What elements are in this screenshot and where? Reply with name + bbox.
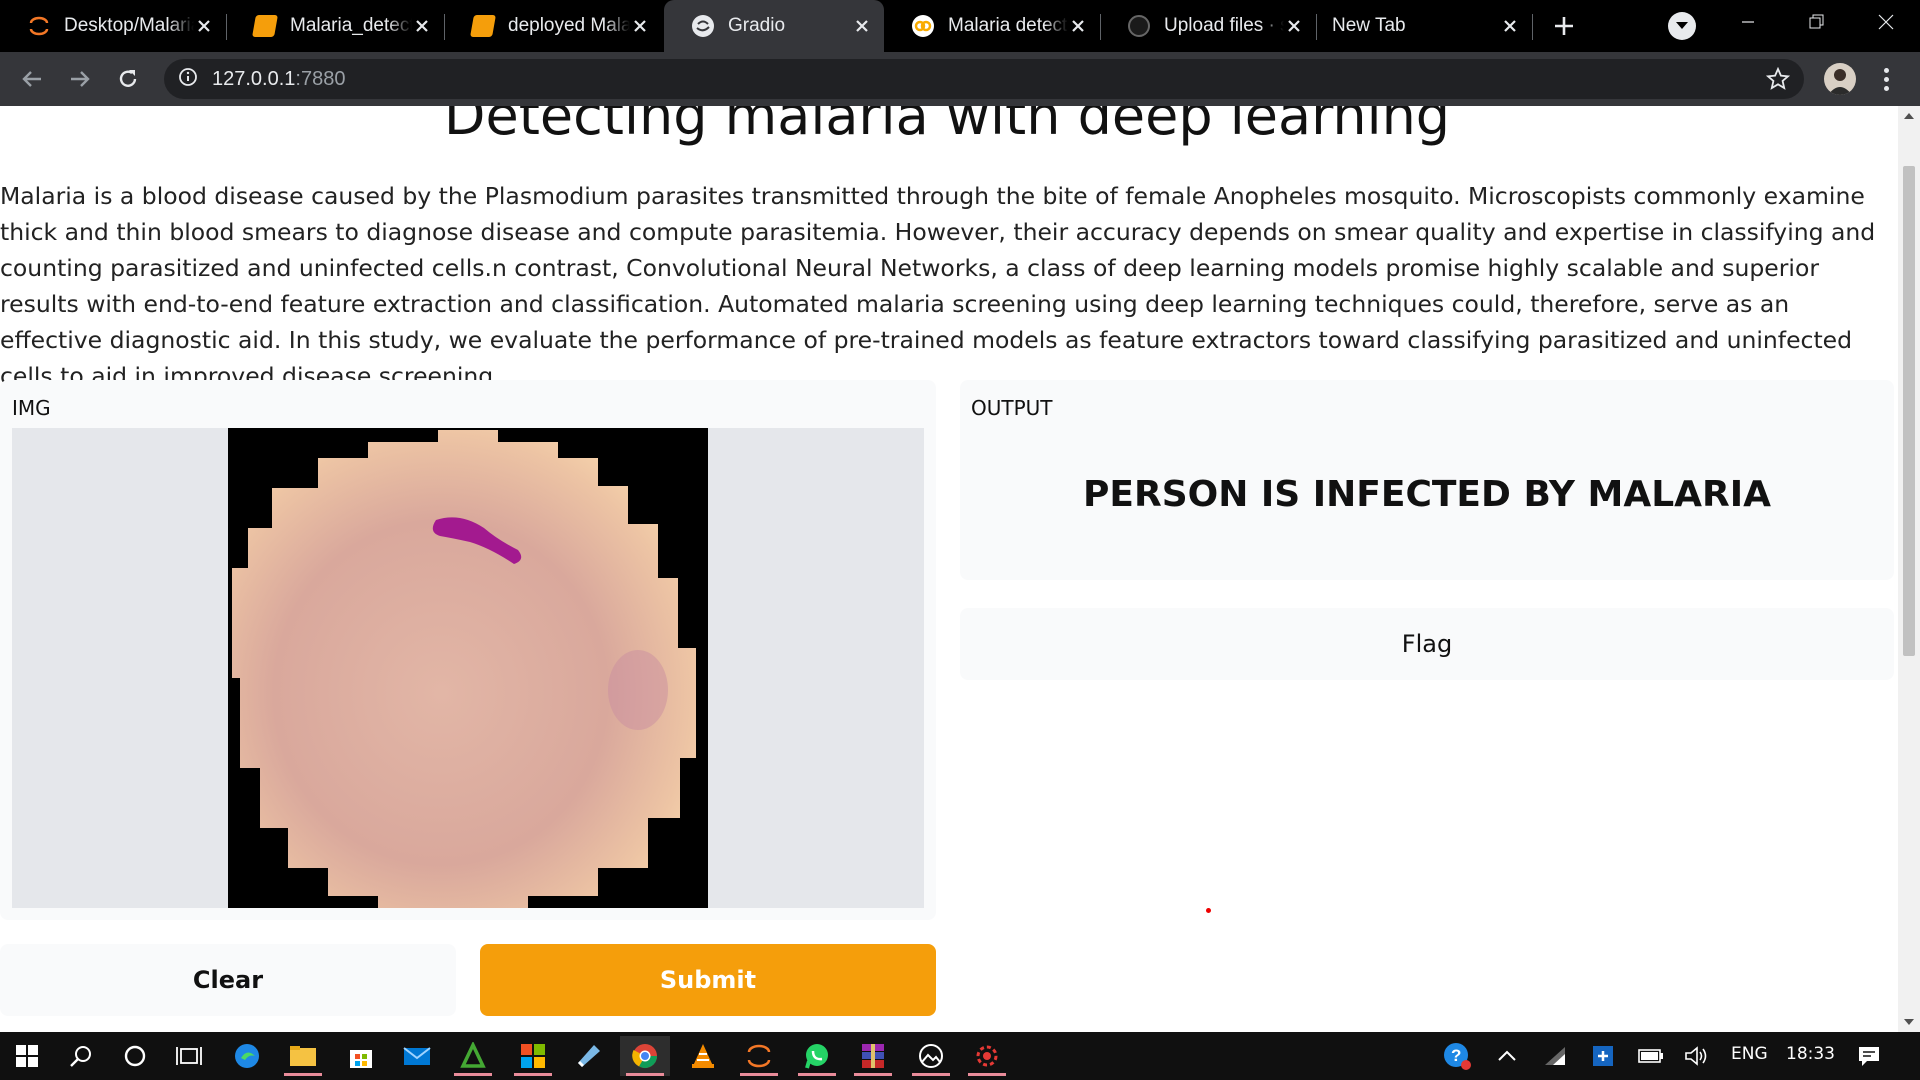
notifications-icon[interactable] bbox=[1844, 1036, 1894, 1076]
tray-chevron-up-icon[interactable] bbox=[1482, 1036, 1532, 1076]
close-window-icon[interactable] bbox=[1866, 6, 1906, 38]
notebook-icon bbox=[252, 15, 278, 37]
forward-arrow-icon[interactable] bbox=[64, 63, 96, 95]
vlc-icon[interactable] bbox=[678, 1036, 728, 1076]
close-tab-icon[interactable] bbox=[1500, 16, 1520, 36]
page-description: Malaria is a blood disease caused by the… bbox=[0, 182, 1876, 390]
help-icon[interactable]: ? bbox=[1432, 1036, 1482, 1076]
flag-button[interactable]: Flag bbox=[960, 608, 1894, 680]
chrome-icon[interactable] bbox=[620, 1036, 670, 1076]
cursor-dot bbox=[1206, 908, 1211, 913]
notebook-icon bbox=[470, 15, 496, 37]
scroll-up-arrow-icon[interactable] bbox=[1903, 110, 1915, 122]
tab-title: New Tab bbox=[1332, 15, 1406, 36]
store-icon[interactable] bbox=[336, 1036, 386, 1076]
prediction-result: PERSON IS INFECTED BY MALARIA bbox=[1083, 474, 1771, 515]
task-view-icon[interactable] bbox=[164, 1036, 214, 1076]
url-port: :7880 bbox=[295, 67, 346, 90]
submit-button[interactable]: Submit bbox=[480, 944, 936, 1016]
url-text: 127.0.0.1:7880 bbox=[212, 68, 345, 91]
browser-toolbar: 127.0.0.1:7880 bbox=[0, 52, 1920, 106]
language-indicator[interactable]: ENG bbox=[1731, 1044, 1768, 1064]
windows-taskbar: ? ENG 18:33 bbox=[0, 1032, 1920, 1080]
page-viewport: Detecting malaria with deep learning Mal… bbox=[0, 106, 1898, 1032]
close-tab-icon[interactable] bbox=[412, 16, 432, 36]
tab-colab-malaria[interactable]: Malaria detection bbox=[884, 0, 1100, 52]
github-icon bbox=[1128, 15, 1150, 37]
tab-new-tab[interactable]: New Tab bbox=[1316, 0, 1532, 52]
search-icon[interactable] bbox=[56, 1036, 106, 1076]
tab-title: Desktop/Malaria_detection bbox=[64, 15, 194, 36]
input-label: IMG bbox=[12, 396, 51, 420]
winrar-icon[interactable] bbox=[848, 1036, 898, 1076]
tab-malaria-detection-notebook[interactable]: Malaria_detection bbox=[226, 0, 444, 52]
browser-menu-icon[interactable] bbox=[1874, 63, 1898, 95]
photos-icon[interactable] bbox=[906, 1036, 956, 1076]
output-label: OUTPUT bbox=[971, 396, 1053, 420]
tab-divider bbox=[1532, 14, 1533, 40]
profile-avatar[interactable] bbox=[1824, 63, 1856, 95]
cortana-icon[interactable] bbox=[110, 1036, 160, 1076]
edge-icon[interactable] bbox=[222, 1036, 272, 1076]
tab-title: Malaria_detection bbox=[290, 15, 412, 36]
site-info-icon[interactable] bbox=[178, 67, 198, 92]
close-tab-icon[interactable] bbox=[1284, 16, 1304, 36]
scrollbar-thumb[interactable] bbox=[1903, 166, 1915, 656]
back-arrow-icon[interactable] bbox=[16, 63, 48, 95]
page-scrollbar[interactable] bbox=[1898, 106, 1920, 1032]
reload-icon[interactable] bbox=[112, 63, 144, 95]
svg-text:?: ? bbox=[1451, 1046, 1461, 1065]
colab-icon bbox=[912, 15, 934, 37]
office-icon[interactable] bbox=[508, 1036, 558, 1076]
battery-icon[interactable] bbox=[1626, 1036, 1676, 1076]
jupyter-icon[interactable] bbox=[734, 1036, 784, 1076]
tab-title: Upload files · spinner bbox=[1164, 15, 1284, 36]
tab-title: Gradio bbox=[728, 15, 786, 36]
page-title: Detecting malaria with deep learning bbox=[443, 106, 1451, 147]
close-tab-icon[interactable] bbox=[630, 16, 650, 36]
tab-title: deployed Malaria bbox=[508, 15, 630, 36]
anaconda-icon[interactable] bbox=[448, 1036, 498, 1076]
browser-tab-strip: Desktop/Malaria_detection Malaria_detect… bbox=[0, 0, 1920, 52]
minimize-icon[interactable] bbox=[1728, 6, 1768, 38]
file-explorer-icon[interactable] bbox=[278, 1036, 328, 1076]
tab-github-upload[interactable]: Upload files · spinner bbox=[1100, 0, 1316, 52]
tab-title: Malaria detection bbox=[948, 15, 1068, 36]
volume-icon[interactable] bbox=[1672, 1036, 1722, 1076]
tab-gradio[interactable]: Gradio bbox=[664, 0, 884, 52]
whatsapp-icon[interactable] bbox=[792, 1036, 842, 1076]
clock[interactable]: 18:33 bbox=[1786, 1044, 1835, 1064]
gradio-icon bbox=[692, 15, 714, 37]
new-tab-plus-icon[interactable] bbox=[1548, 10, 1580, 42]
jupyter-icon bbox=[28, 15, 50, 37]
wifi-icon[interactable] bbox=[1530, 1036, 1580, 1076]
defender-icon[interactable] bbox=[1578, 1036, 1628, 1076]
windows-start-icon[interactable] bbox=[2, 1036, 52, 1076]
settings-app-icon[interactable] bbox=[962, 1036, 1012, 1076]
mail-icon[interactable] bbox=[392, 1036, 442, 1076]
address-bar[interactable]: 127.0.0.1:7880 bbox=[164, 59, 1804, 99]
blood-cell-image bbox=[228, 428, 708, 908]
url-host: 127.0.0.1 bbox=[212, 67, 296, 90]
restore-icon[interactable] bbox=[1796, 6, 1836, 38]
bookmark-star-icon[interactable] bbox=[1765, 66, 1791, 91]
tab-search-chevron-icon[interactable] bbox=[1668, 12, 1696, 40]
clear-button[interactable]: Clear bbox=[0, 944, 456, 1016]
close-tab-icon[interactable] bbox=[1068, 16, 1088, 36]
notepad-icon[interactable] bbox=[564, 1036, 614, 1076]
tab-desktop-malaria[interactable]: Desktop/Malaria_detection bbox=[0, 0, 226, 52]
close-tab-icon[interactable] bbox=[852, 16, 872, 36]
tab-deployed-malaria[interactable]: deployed Malaria bbox=[444, 0, 662, 52]
close-tab-icon[interactable] bbox=[194, 16, 214, 36]
scroll-down-arrow-icon[interactable] bbox=[1903, 1016, 1915, 1028]
